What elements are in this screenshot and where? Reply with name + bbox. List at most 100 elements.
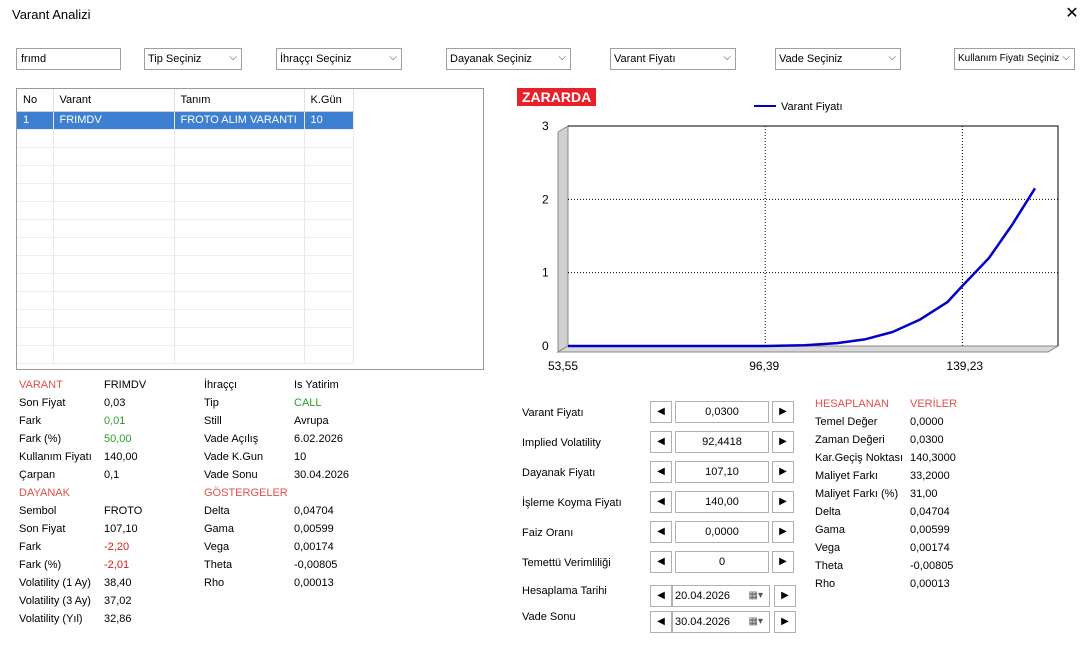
calendar-icon[interactable]: ▦▾	[749, 612, 763, 632]
kullanim-select-value: Kullanım Fiyatı Seçiniz	[958, 53, 1060, 64]
left-arrow-icon: ◀	[657, 590, 665, 601]
increment-button[interactable]: ▶	[772, 401, 794, 423]
date-picker[interactable]: 30.04.2026 ▦▾	[672, 611, 770, 633]
date-picker[interactable]: 20.04.2026 ▦▾	[672, 585, 770, 607]
increment-button[interactable]: ▶	[772, 461, 794, 483]
warrant-grid[interactable]: No Varant Tanım K.Gün 1 FRIMDV FROTO ALI…	[16, 88, 484, 370]
chevron-down-icon: ⌵	[558, 52, 566, 63]
vade-kgun-value: 10	[294, 451, 307, 463]
right-arrow-icon: ▶	[779, 466, 787, 477]
varant-fiyati-select-value: Varant Fiyatı	[614, 53, 676, 65]
chart-ytick-label: 0	[542, 339, 549, 353]
hesap-value: 33,2000	[910, 470, 950, 482]
chart-ytick-label: 2	[542, 192, 549, 206]
calendar-icon[interactable]: ▦▾	[749, 586, 763, 606]
hesap-value: 0,04704	[910, 506, 950, 518]
chart-plot-area	[567, 125, 1059, 347]
hesap-label: Theta	[815, 560, 844, 572]
right-arrow-icon: ▶	[779, 526, 787, 537]
tip-select-value: Tip Seçiniz	[148, 53, 202, 65]
hesaplanan-title: HESAPLANAN	[815, 398, 889, 410]
vol-1ay-value: 38,40	[104, 577, 132, 589]
table-row	[17, 147, 354, 166]
calc-label: Dayanak Fiyatı	[522, 467, 596, 479]
table-row[interactable]: 1 FRIMDV FROTO ALIM VARANTI 10	[17, 111, 354, 130]
cell-no: 1	[17, 111, 54, 130]
vol-1ay-label: Volatility (1 Ay)	[19, 577, 91, 589]
varant-fiyati-select[interactable]: Varant Fiyatı ⌵	[610, 48, 736, 70]
calc-input[interactable]: 0,0300	[675, 401, 769, 423]
date-prev-button[interactable]: ◀	[650, 585, 672, 607]
chart-grid: 0 1 2 3 53,55 96,39 139,23	[542, 119, 1060, 373]
hesap-value: -0,00805	[910, 560, 954, 572]
decrement-button[interactable]: ◀	[650, 521, 672, 543]
right-arrow-icon: ▶	[779, 436, 787, 447]
vade-acilis-value: 6.02.2026	[294, 433, 343, 445]
window-title: Varant Analizi	[12, 7, 91, 22]
table-row	[17, 255, 354, 274]
table-row	[17, 219, 354, 238]
search-input[interactable]	[16, 48, 121, 70]
calc-input[interactable]: 0,0000	[675, 521, 769, 543]
g-vega-label: Vega	[204, 541, 230, 553]
hesap-value: 0,0000	[910, 416, 944, 428]
calc-input[interactable]: 107,10	[675, 461, 769, 483]
tip-select[interactable]: Tip Seçiniz ⌵	[144, 48, 242, 70]
warrant-price-chart: 0 1 2 3 53,55 96,39 139,23 Varant Fiyatı	[542, 101, 1060, 373]
calc-input[interactable]: 0	[675, 551, 769, 573]
gostergeler-section-title: GÖSTERGELER	[204, 487, 288, 499]
hesap-value: 140,3000	[910, 452, 956, 464]
g-delta-label: Delta	[204, 505, 230, 517]
increment-button[interactable]: ▶	[772, 491, 794, 513]
col-tanim[interactable]: Tanım	[174, 89, 305, 112]
hesap-value: 0,00174	[910, 542, 950, 554]
increment-button[interactable]: ▶	[772, 551, 794, 573]
right-arrow-icon: ▶	[779, 496, 787, 507]
g-rho-label: Rho	[204, 577, 225, 589]
decrement-button[interactable]: ◀	[650, 491, 672, 513]
chart-ytick-label: 3	[542, 119, 549, 133]
vade-select[interactable]: Vade Seçiniz ⌵	[775, 48, 901, 70]
date-next-button[interactable]: ▶	[774, 611, 796, 633]
cell-kgun: 10	[304, 111, 354, 130]
col-kgun[interactable]: K.Gün	[304, 89, 354, 112]
table-row	[17, 165, 354, 184]
hesap-value: 0,0300	[910, 434, 944, 446]
ihracci-select[interactable]: İhraççı Seçiniz ⌵	[276, 48, 402, 70]
decrement-button[interactable]: ◀	[650, 551, 672, 573]
right-arrow-icon: ▶	[781, 590, 789, 601]
chevron-down-icon: ⌵	[229, 52, 237, 63]
calc-input[interactable]: 140,00	[675, 491, 769, 513]
dayanak-fark-pct-label: Fark (%)	[19, 559, 62, 571]
decrement-button[interactable]: ◀	[650, 401, 672, 423]
calc-date-label: Vade Sonu	[522, 611, 576, 623]
hesap-value: 0,00013	[910, 578, 950, 590]
chart-xtick-label: 96,39	[749, 359, 779, 373]
dayanak-select-value: Dayanak Seçiniz	[450, 53, 532, 65]
chevron-down-icon: ⌵	[389, 52, 397, 63]
hesap-label: Temel Değer	[815, 416, 878, 428]
dayanak-son-fiyat-label: Son Fiyat	[19, 523, 66, 535]
dayanak-fark-label: Fark	[19, 541, 41, 553]
kullanim-select[interactable]: Kullanım Fiyatı Seçiniz ⌵	[954, 48, 1075, 70]
g-theta-label: Theta	[204, 559, 233, 571]
calc-label: Faiz Oranı	[522, 527, 574, 539]
dayanak-select[interactable]: Dayanak Seçiniz ⌵	[446, 48, 571, 70]
calc-label: İşleme Koyma Fiyatı	[522, 497, 622, 509]
calc-input[interactable]: 92,4418	[675, 431, 769, 453]
decrement-button[interactable]: ◀	[650, 431, 672, 453]
col-varant[interactable]: Varant	[53, 89, 175, 112]
varant-fark-pct-value: 50,00	[104, 433, 132, 445]
g-gama-label: Gama	[204, 523, 234, 535]
varant-section-title: VARANT	[19, 379, 63, 391]
right-arrow-icon: ▶	[779, 556, 787, 567]
increment-button[interactable]: ▶	[772, 521, 794, 543]
varant-kullanim-label: Kullanım Fiyatı	[19, 451, 92, 463]
date-prev-button[interactable]: ◀	[650, 611, 672, 633]
date-next-button[interactable]: ▶	[774, 585, 796, 607]
decrement-button[interactable]: ◀	[650, 461, 672, 483]
col-no[interactable]: No	[17, 89, 54, 112]
close-icon[interactable]: ✕	[1062, 4, 1082, 24]
increment-button[interactable]: ▶	[772, 431, 794, 453]
cell-varant: FRIMDV	[53, 111, 175, 130]
